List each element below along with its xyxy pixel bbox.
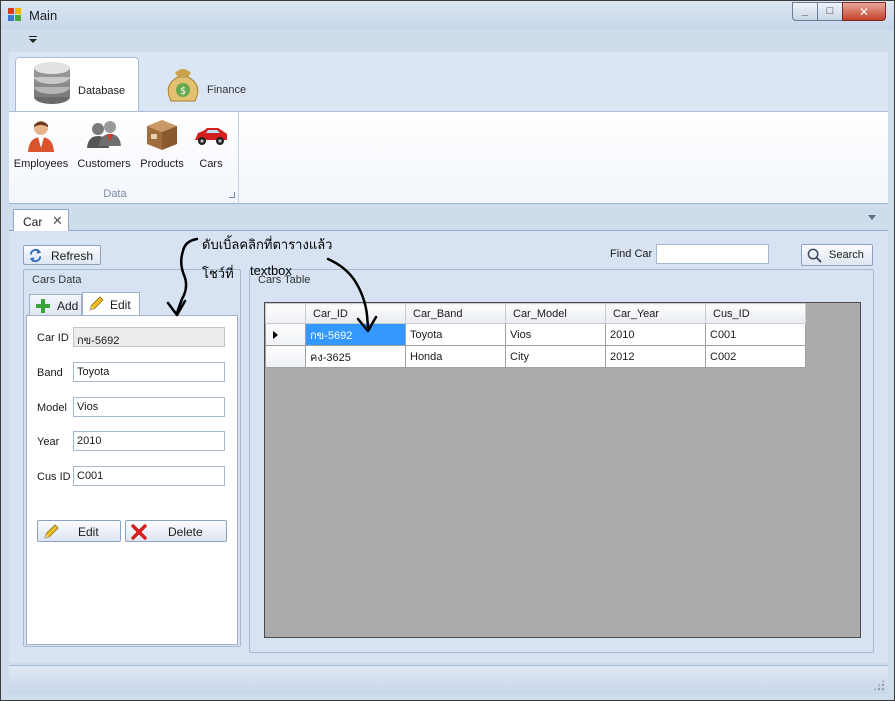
- main-window: Main _ □ ✕ Database $ Finance Employees …: [0, 0, 895, 701]
- annotation-arrows: [166, 237, 378, 333]
- resize-grip-icon[interactable]: [873, 679, 885, 691]
- status-bar: [9, 665, 888, 694]
